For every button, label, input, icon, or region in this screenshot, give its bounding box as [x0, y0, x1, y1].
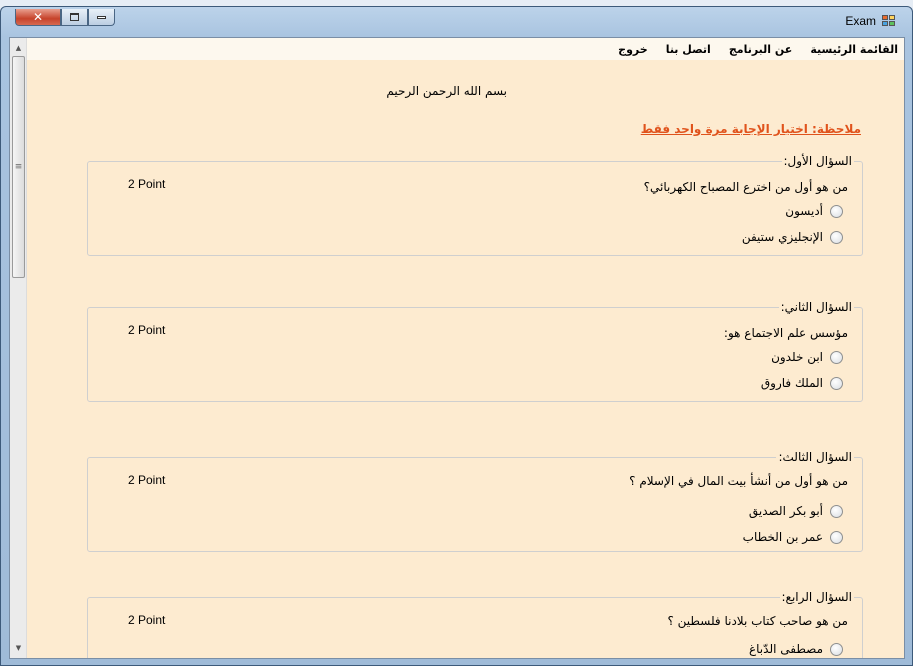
question-2-option-2[interactable]: الملك فاروق — [761, 376, 843, 390]
client-area: ▲ ≡ ▼ القائمة الرئيسية عن البرنامج اتصل … — [9, 37, 905, 659]
option-label: الإنجليزي ستيفن — [741, 230, 823, 244]
menu-item-exit[interactable]: خروج — [618, 43, 648, 56]
maximize-icon — [70, 13, 79, 21]
question-3-option-1[interactable]: أبو بكر الصديق — [749, 504, 843, 518]
question-1-group: السؤال الأول: من هو أول من اخترع المصباح… — [87, 154, 863, 256]
app-icon — [882, 15, 896, 27]
question-2-text: مؤسس علم الاجتماع هو: — [723, 326, 848, 340]
radio-button[interactable] — [830, 376, 843, 390]
question-3-title: السؤال الثالث: — [776, 450, 854, 464]
question-2-title: السؤال الثاني: — [778, 300, 854, 314]
scroll-thumb[interactable]: ≡ — [12, 56, 25, 278]
close-button[interactable]: ✕ — [15, 9, 61, 26]
question-4-text: من هو صاحب كتاب بلادنا فلسطين ؟ — [667, 614, 848, 628]
minimize-button[interactable] — [88, 9, 115, 26]
radio-button[interactable] — [830, 504, 843, 518]
window-title: Exam — [845, 14, 876, 28]
question-1-text: من هو أول من اخترع المصباح الكهربائي؟ — [643, 180, 848, 194]
question-3-option-2[interactable]: عمر بن الخطاب — [743, 530, 843, 544]
option-label: ابن خلدون — [771, 350, 823, 364]
question-3-points: 2 Point — [128, 473, 166, 487]
radio-button[interactable] — [830, 642, 843, 656]
question-1-option-2[interactable]: الإنجليزي ستيفن — [742, 230, 843, 244]
option-label: مصطفى الدّباغ — [748, 642, 823, 656]
question-4-points: 2 Point — [128, 613, 166, 627]
option-label: الملك فاروق — [760, 376, 823, 390]
note-text: ملاحظة: اختيار الإجابة مرة واحد فقط — [640, 122, 861, 136]
radio-button[interactable] — [830, 350, 843, 364]
radio-button[interactable] — [830, 230, 843, 244]
radio-button[interactable] — [830, 530, 843, 544]
title-bar[interactable]: ✕ Exam — [1, 7, 912, 35]
question-4-group: السؤال الرابع: من هو صاحب كتاب بلادنا فل… — [87, 590, 863, 658]
question-1-title: السؤال الأول: — [781, 154, 854, 168]
vertical-scrollbar[interactable]: ▲ ≡ ▼ — [10, 38, 27, 658]
question-1-option-1[interactable]: أديسون — [785, 204, 843, 218]
option-label: عمر بن الخطاب — [742, 530, 823, 544]
option-label: أبو بكر الصديق — [748, 504, 823, 518]
window-controls: ✕ — [15, 9, 115, 26]
option-label: أديسون — [785, 204, 823, 218]
menu-item-main[interactable]: القائمة الرئيسية — [810, 43, 898, 56]
question-2-option-1[interactable]: ابن خلدون — [771, 350, 843, 364]
close-icon: ✕ — [32, 10, 44, 24]
minimize-icon — [97, 15, 106, 19]
exam-window: ✕ Exam ▲ ≡ ▼ القائمة الرئيسية عن البرنام… — [0, 6, 913, 666]
question-3-text: من هو أول من أنشأ بيت المال في الإسلام ؟ — [629, 474, 848, 488]
question-2-points: 2 Point — [128, 323, 166, 337]
exam-content: بسم الله الرحمن الرحيم ملاحظة: اختيار ال… — [27, 60, 904, 658]
radio-button[interactable] — [830, 204, 843, 218]
question-3-group: السؤال الثالث: من هو أول من أنشأ بيت الم… — [87, 450, 863, 552]
question-4-option-1[interactable]: مصطفى الدّباغ — [749, 642, 843, 656]
menu-item-about[interactable]: عن البرنامج — [729, 43, 792, 56]
scroll-up-arrow-icon[interactable]: ▲ — [10, 40, 27, 56]
basmala-text: بسم الله الرحمن الرحيم — [386, 84, 507, 98]
maximize-button[interactable] — [61, 9, 88, 26]
question-4-title: السؤال الرابع: — [779, 590, 854, 604]
question-2-group: السؤال الثاني: مؤسس علم الاجتماع هو: 2 P… — [87, 300, 863, 402]
question-1-points: 2 Point — [128, 177, 166, 191]
menu-bar: القائمة الرئيسية عن البرنامج اتصل بنا خر… — [27, 38, 904, 60]
scroll-down-arrow-icon[interactable]: ▼ — [10, 640, 27, 656]
menu-item-contact[interactable]: اتصل بنا — [666, 43, 711, 56]
